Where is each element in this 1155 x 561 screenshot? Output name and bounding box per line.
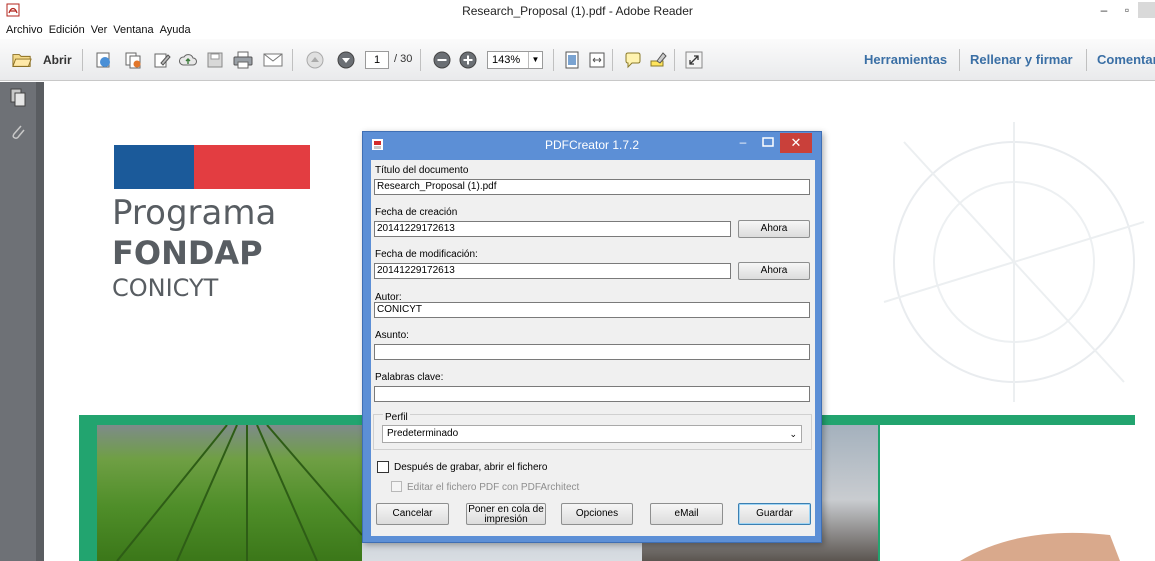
create-pdf-icon[interactable] (93, 50, 113, 70)
doc-title-label: Título del documento (375, 165, 469, 176)
open-after-save-checkbox[interactable] (377, 461, 389, 473)
logo-line-fondap: FONDAP (112, 234, 263, 272)
fit-width-icon[interactable] (587, 50, 607, 70)
queue-print-line2: impresión (484, 514, 528, 525)
chevron-down-icon: ⌄ (789, 429, 797, 439)
window-titlebar: Research_Proposal (1).pdf - Adobe Reader… (0, 0, 1155, 22)
dialog-body: Título del documento Research_Proposal (… (371, 160, 815, 536)
logo-flag-blue (114, 145, 194, 189)
pdfcreator-dialog: PDFCreator 1.7.2 – ✕ Título del document… (362, 131, 822, 543)
page-thumbnails-icon[interactable] (9, 88, 27, 108)
profile-select[interactable]: Predeterminado ⌄ (382, 425, 802, 443)
combine-files-icon[interactable] (123, 50, 143, 70)
toolbar-divider (1086, 49, 1087, 71)
main-toolbar: Abrir 1 / 30 143% ▼ Herramientas Rellenar… (0, 39, 1155, 81)
logo-line-conicyt: CONICYT (112, 274, 219, 302)
modified-date-label: Fecha de modificación: (375, 249, 478, 260)
menu-archivo[interactable]: Archivo (6, 22, 43, 38)
logo-flag-red (194, 145, 310, 189)
toolbar-divider (553, 49, 554, 71)
attachments-paperclip-icon[interactable] (9, 122, 27, 142)
toolbar-divider (82, 49, 83, 71)
next-page-icon[interactable] (336, 50, 356, 70)
creation-date-label: Fecha de creación (375, 207, 458, 218)
dialog-maximize-button[interactable] (760, 135, 776, 151)
menu-ver[interactable]: Ver (91, 22, 108, 38)
fill-sign-link[interactable]: Rellenar y firmar (970, 52, 1073, 67)
chevron-down-icon: ▼ (528, 52, 542, 68)
navigation-pane (0, 82, 44, 561)
page-total: / 30 (394, 53, 413, 65)
page-number-input[interactable]: 1 (365, 51, 389, 69)
modified-now-button[interactable]: Ahora (738, 262, 810, 280)
window-title: Research_Proposal (1).pdf - Adobe Reader (462, 4, 693, 18)
save-disk-icon[interactable] (205, 50, 225, 70)
dialog-titlebar[interactable]: PDFCreator 1.7.2 – ✕ (363, 132, 821, 159)
dialog-minimize-button[interactable]: – (735, 135, 751, 151)
edit-document-icon[interactable] (152, 50, 172, 70)
options-button[interactable]: Opciones (561, 503, 633, 525)
edit-architect-checkbox[interactable] (391, 481, 402, 492)
creation-date-input[interactable]: 20141229172613 (374, 221, 731, 237)
email-button[interactable]: eMail (650, 503, 723, 525)
subject-label: Asunto: (375, 330, 409, 341)
background-compass-graphic (883, 122, 1145, 402)
menu-bar: Archivo Edición Ver Ventana Ayuda (0, 22, 1155, 38)
open-folder-icon[interactable] (12, 50, 32, 70)
restore-button[interactable]: ▫ (1117, 2, 1137, 18)
menu-ventana[interactable]: Ventana (113, 22, 153, 38)
minimize-button[interactable]: – (1094, 2, 1114, 18)
logo-line-programa: Programa (112, 193, 277, 233)
dialog-title: PDFCreator 1.7.2 (544, 138, 640, 152)
close-button-partial[interactable] (1138, 2, 1155, 18)
comment-link[interactable]: Comentar (1097, 52, 1155, 67)
edit-architect-label: Editar el fichero PDF con PDFArchitect (407, 482, 580, 493)
program-logo-text: Programa FONDAP CONICYT (112, 192, 276, 304)
tools-link[interactable]: Herramientas (864, 52, 947, 67)
expand-fullscreen-icon[interactable] (684, 50, 704, 70)
toolbar-divider (420, 49, 421, 71)
comment-bubble-icon[interactable] (623, 50, 643, 70)
subject-input[interactable] (374, 344, 810, 360)
cloud-upload-icon[interactable] (178, 50, 198, 70)
highlight-pen-icon[interactable] (648, 50, 668, 70)
zoom-in-icon[interactable] (458, 50, 478, 70)
queue-print-button[interactable]: Poner en cola de impresión (466, 503, 546, 525)
email-envelope-icon[interactable] (263, 50, 283, 70)
toolbar-divider (959, 49, 960, 71)
profile-group-label: Perfil (383, 412, 410, 423)
navigation-pane-inner (0, 82, 36, 561)
creation-now-button[interactable]: Ahora (738, 220, 810, 238)
zoom-value: 143% (492, 54, 521, 66)
author-input[interactable]: CONICYT (374, 302, 810, 318)
profile-selected-value: Predeterminado (387, 428, 459, 439)
open-button-label[interactable]: Abrir (43, 53, 72, 67)
toolbar-divider (292, 49, 293, 71)
toolbar-divider (612, 49, 613, 71)
crop-field-photo (97, 424, 363, 561)
zoom-select[interactable]: 143% ▼ (487, 51, 543, 69)
open-after-save-label: Después de grabar, abrir el fichero (394, 462, 548, 473)
menu-ayuda[interactable]: Ayuda (160, 22, 191, 38)
doc-title-input[interactable]: Research_Proposal (1).pdf (374, 179, 810, 195)
dialog-close-button[interactable]: ✕ (780, 133, 812, 153)
menu-edicion[interactable]: Edición (49, 22, 85, 38)
cancel-button[interactable]: Cancelar (376, 503, 449, 525)
keywords-input[interactable] (374, 386, 810, 402)
modified-date-input[interactable]: 20141229172613 (374, 263, 731, 279)
fit-page-icon[interactable] (562, 50, 582, 70)
hands-photo (880, 425, 1135, 561)
keywords-label: Palabras clave: (375, 372, 444, 383)
previous-page-icon[interactable] (305, 50, 325, 70)
print-icon[interactable] (233, 50, 253, 70)
zoom-out-icon[interactable] (432, 50, 452, 70)
save-button[interactable]: Guardar (738, 503, 811, 525)
toolbar-divider (674, 49, 675, 71)
